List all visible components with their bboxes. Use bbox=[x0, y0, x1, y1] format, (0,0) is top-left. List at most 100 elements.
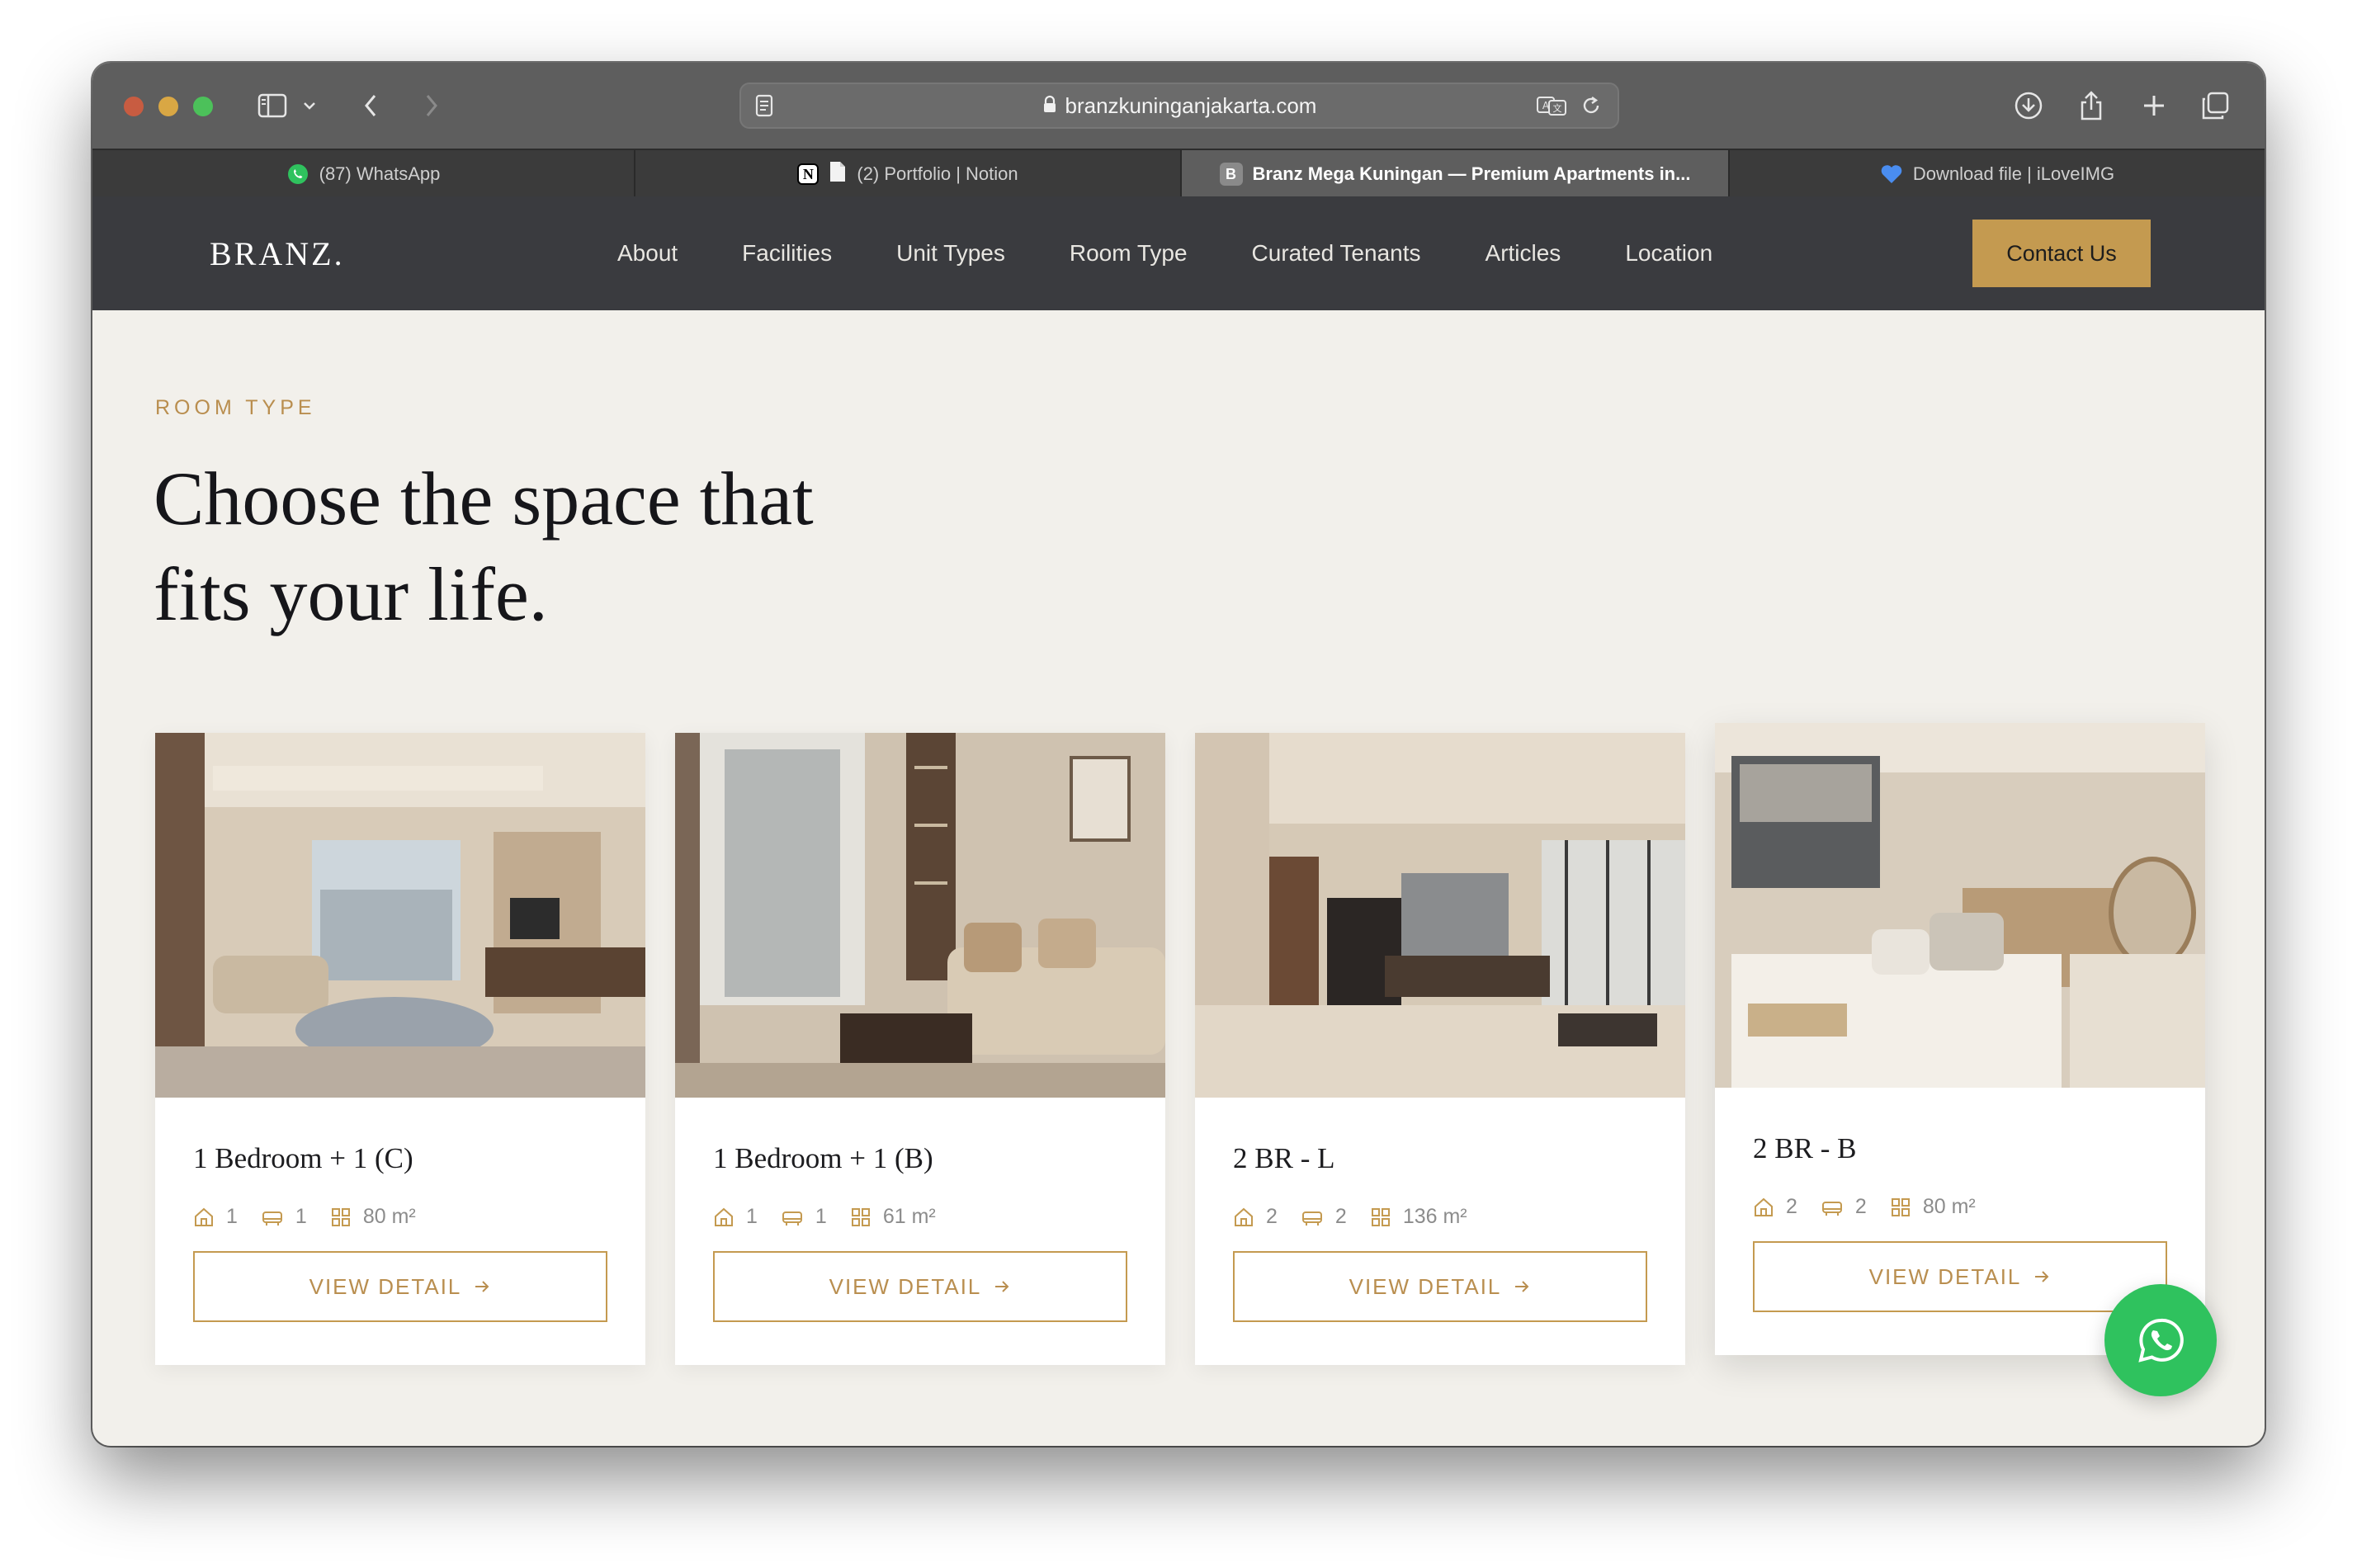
tab-notion[interactable]: N (2) Portfolio | Notion bbox=[635, 150, 1182, 198]
translate-icon[interactable]: A文 bbox=[1533, 87, 1570, 124]
area-grid-icon bbox=[851, 1207, 870, 1226]
bedroom-spec: 1 bbox=[713, 1205, 758, 1229]
area-value: 80 m² bbox=[362, 1205, 416, 1228]
url-text: branzkuninganjakarta.com bbox=[1065, 92, 1317, 118]
brand-logo[interactable]: BRANZ. bbox=[210, 196, 345, 310]
arrow-right-icon bbox=[473, 1274, 491, 1300]
room-title: 2 BR - L bbox=[1233, 1142, 1335, 1174]
room-photo bbox=[155, 733, 645, 1098]
tab-whatsapp[interactable]: (87) WhatsApp bbox=[92, 150, 635, 198]
bathroom-count: 1 bbox=[815, 1205, 827, 1228]
room-card[interactable]: 1 Bedroom + 1 (C) 1 1 80 m² VIEW DETAIL bbox=[155, 733, 645, 1365]
room-specs: 1 1 61 m² bbox=[713, 1205, 959, 1229]
svg-text:A: A bbox=[1542, 100, 1550, 111]
address-bar[interactable]: branzkuninganjakarta.com A文 bbox=[739, 83, 1619, 129]
bedroom-spec: 2 bbox=[1753, 1195, 1797, 1219]
section-eyebrow: ROOM TYPE bbox=[155, 396, 316, 419]
sofa-icon bbox=[262, 1211, 282, 1226]
section-headline: Choose the space that fits your life. bbox=[154, 451, 1061, 642]
bathroom-spec: 1 bbox=[261, 1205, 307, 1229]
tab-label: (87) WhatsApp bbox=[319, 163, 441, 184]
room-title: 1 Bedroom + 1 (C) bbox=[193, 1142, 413, 1174]
area-spec: 136 m² bbox=[1370, 1205, 1467, 1229]
house-icon bbox=[1235, 1207, 1253, 1226]
view-detail-button[interactable]: VIEW DETAIL bbox=[1753, 1241, 2167, 1312]
area-spec: 61 m² bbox=[850, 1205, 936, 1229]
tab-strip: (87) WhatsApp N (2) Portfolio | Notion B… bbox=[92, 149, 2265, 198]
nav-about[interactable]: About bbox=[617, 240, 678, 267]
sidebar-icon[interactable] bbox=[254, 87, 290, 124]
branz-favicon: B bbox=[1219, 163, 1243, 186]
chevron-down-icon[interactable] bbox=[299, 87, 320, 124]
nav-facilities[interactable]: Facilities bbox=[742, 240, 832, 267]
house-icon bbox=[195, 1207, 213, 1226]
room-title: 2 BR - B bbox=[1753, 1132, 1857, 1164]
heart-icon bbox=[1880, 163, 1903, 186]
sofa-icon bbox=[1821, 1201, 1842, 1216]
new-tab-icon[interactable] bbox=[2136, 87, 2172, 124]
back-icon[interactable] bbox=[357, 87, 385, 124]
svg-text:文: 文 bbox=[1553, 102, 1562, 114]
view-detail-label: VIEW DETAIL bbox=[1868, 1263, 2022, 1289]
tab-overview-icon[interactable] bbox=[2197, 87, 2233, 124]
arrow-right-icon bbox=[1513, 1274, 1531, 1300]
headline-line-1: Choose the space that bbox=[154, 456, 814, 541]
nav-room-type[interactable]: Room Type bbox=[1070, 240, 1188, 267]
house-icon bbox=[1755, 1197, 1773, 1216]
bathroom-spec: 2 bbox=[1821, 1195, 1867, 1219]
view-detail-label: VIEW DETAIL bbox=[309, 1273, 462, 1299]
whatsapp-chat-button[interactable] bbox=[2104, 1284, 2217, 1396]
zoom-window-button[interactable] bbox=[193, 97, 213, 116]
area-value: 61 m² bbox=[882, 1205, 936, 1228]
nav-location[interactable]: Location bbox=[1625, 240, 1712, 267]
bedroom-count: 1 bbox=[746, 1205, 758, 1228]
url-display: branzkuninganjakarta.com bbox=[741, 84, 1618, 127]
arrow-right-icon bbox=[2033, 1264, 2051, 1290]
view-detail-button[interactable]: VIEW DETAIL bbox=[193, 1251, 607, 1322]
room-specs: 1 1 80 m² bbox=[193, 1205, 439, 1229]
browser-window: branzkuninganjakarta.com A文 (87) WhatsAp… bbox=[92, 63, 2265, 1446]
area-grid-icon bbox=[1891, 1197, 1910, 1216]
bedroom-count: 1 bbox=[226, 1205, 238, 1228]
bathroom-count: 2 bbox=[1854, 1195, 1867, 1218]
forward-icon[interactable] bbox=[418, 87, 446, 124]
share-icon[interactable] bbox=[2073, 87, 2109, 124]
bathroom-count: 1 bbox=[295, 1205, 307, 1228]
room-photo bbox=[675, 733, 1165, 1098]
whatsapp-icon bbox=[286, 163, 309, 186]
room-photo bbox=[1195, 733, 1685, 1098]
bathroom-spec: 2 bbox=[1301, 1205, 1347, 1229]
area-spec: 80 m² bbox=[1890, 1195, 1976, 1219]
nav-unit-types[interactable]: Unit Types bbox=[896, 240, 1005, 267]
notion-icon: N bbox=[797, 163, 820, 185]
tab-iloveimg[interactable]: Download file | iLoveIMG bbox=[1730, 150, 2265, 198]
area-grid-icon bbox=[331, 1207, 350, 1226]
room-card[interactable]: 2 BR - B 2 2 80 m² VIEW DETAIL bbox=[1715, 723, 2205, 1355]
house-icon bbox=[715, 1207, 733, 1226]
room-specs: 2 2 80 m² bbox=[1753, 1195, 1999, 1219]
nav-curated-tenants[interactable]: Curated Tenants bbox=[1252, 240, 1421, 267]
view-detail-button[interactable]: VIEW DETAIL bbox=[1233, 1251, 1647, 1322]
reload-icon[interactable] bbox=[1576, 87, 1606, 124]
site-header: BRANZ. About Facilities Unit Types Room … bbox=[92, 196, 2265, 310]
room-card[interactable]: 1 Bedroom + 1 (B) 1 1 61 m² VIEW DETAIL bbox=[675, 733, 1165, 1365]
tab-branz[interactable]: B Branz Mega Kuningan — Premium Apartmen… bbox=[1182, 150, 1730, 198]
room-specs: 2 2 136 m² bbox=[1233, 1205, 1490, 1229]
arrow-right-icon bbox=[993, 1274, 1011, 1300]
view-detail-button[interactable]: VIEW DETAIL bbox=[713, 1251, 1127, 1322]
bedroom-spec: 1 bbox=[193, 1205, 238, 1229]
document-icon bbox=[829, 160, 847, 188]
download-icon[interactable] bbox=[2010, 87, 2047, 124]
area-value: 80 m² bbox=[1922, 1195, 1976, 1218]
nav-articles[interactable]: Articles bbox=[1486, 240, 1561, 267]
minimize-window-button[interactable] bbox=[158, 97, 178, 116]
view-detail-label: VIEW DETAIL bbox=[829, 1273, 982, 1299]
tab-label: Download file | iLoveIMG bbox=[1912, 163, 2115, 184]
contact-us-button[interactable]: Contact Us bbox=[1972, 220, 2151, 287]
bedroom-count: 2 bbox=[1786, 1195, 1797, 1218]
sofa-icon bbox=[1301, 1211, 1322, 1226]
room-card[interactable]: 2 BR - L 2 2 136 m² VIEW DETAIL bbox=[1195, 733, 1685, 1365]
view-detail-label: VIEW DETAIL bbox=[1349, 1273, 1502, 1299]
close-window-button[interactable] bbox=[124, 97, 144, 116]
room-title: 1 Bedroom + 1 (B) bbox=[713, 1142, 933, 1174]
